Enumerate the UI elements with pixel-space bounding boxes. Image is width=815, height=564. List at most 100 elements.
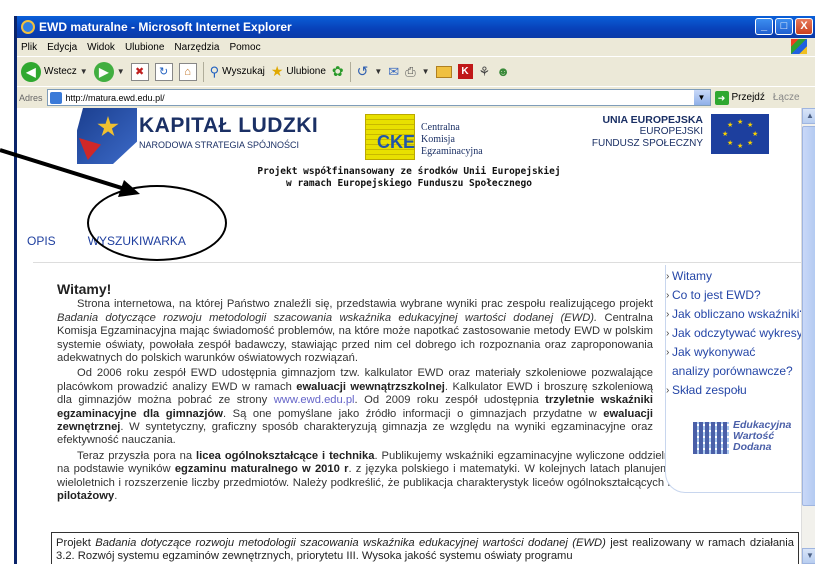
screen: EWD maturalne - Microsoft Internet Explo…: [0, 0, 815, 564]
cke-name: Centralna Komisja Egzaminacyjna: [421, 122, 483, 158]
sidebar-item-jak-wykonywac-cont[interactable]: analizy porównawcze?: [672, 362, 801, 381]
main-content: Witamy! Strona internetowa, na której Pa…: [57, 263, 793, 506]
media-icon[interactable]: ✿: [332, 63, 344, 80]
go-arrow-icon: ➜: [714, 90, 729, 105]
back-dropdown-icon[interactable]: ▼: [80, 67, 88, 76]
mail-icon[interactable]: ✉: [388, 64, 399, 80]
sidebar-item-sklad-zespolu[interactable]: Skład zespołu: [672, 381, 801, 400]
refresh-icon[interactable]: ↻: [154, 62, 173, 81]
sidebar-item-jak-odczytywac[interactable]: Jak odczytywać wykresy?: [672, 324, 801, 343]
intro-paragraph: Strona internetowa, na której Państwo zn…: [57, 298, 653, 365]
text-span: . Od 2009 roku zespół udostępnia: [354, 394, 546, 407]
bold-phrase: licea ogólnokształcące i technika: [196, 449, 375, 462]
eu-title: UNIA EUROPEJSKA: [602, 114, 703, 126]
ewd-site-link[interactable]: www.ewd.edu.pl: [274, 394, 355, 406]
menu-bar: Plik Edycja Widok Ulubione Narzędzia Pom…: [17, 38, 815, 56]
home-icon[interactable]: ⌂: [178, 62, 197, 81]
address-dropdown-icon[interactable]: ▼: [693, 90, 710, 105]
toolbar: ◀ Wstecz ▼ ▶ ▼ ✖ ↻ ⌂ ⚲ Wyszukaj ★ Ulubio…: [17, 56, 815, 86]
eu-text-block: UNIA EUROPEJSKA EUROPEJSKI FUNDUSZ SPOŁE…: [587, 114, 703, 150]
browser-window: EWD maturalne - Microsoft Internet Explo…: [14, 16, 815, 564]
menu-view[interactable]: Widok: [87, 42, 115, 53]
cke-name-line: Komisja: [421, 134, 455, 145]
links-label[interactable]: Łącze: [773, 92, 800, 103]
nav-opis[interactable]: OPIS: [27, 234, 56, 248]
forward-button[interactable]: ▶ ▼: [93, 61, 125, 82]
project-title: Badania dotyczące rozwoju metodologii sz…: [95, 537, 606, 549]
eu-line: FUNDUSZ SPOŁECZNY: [591, 138, 703, 149]
research-icon[interactable]: ⚘: [479, 64, 491, 80]
ewd-logo-line: Dodana: [733, 441, 772, 453]
sidebar-item-jak-obliczano[interactable]: Jak obliczano wskaźniki?: [672, 305, 801, 324]
ewd-logo-text: Edukacyjna Wartość Dodana: [733, 420, 791, 453]
menu-edit[interactable]: Edycja: [47, 42, 77, 53]
kapital-ludzki-subtitle: NARODOWA STRATEGIA SPÓJNOŚCI: [139, 140, 300, 150]
ie-logo-icon: [21, 20, 35, 34]
scroll-up-icon[interactable]: ▲: [802, 108, 815, 124]
bold-phrase: egzaminu maturalnego w 2010 r: [174, 463, 349, 476]
sidebar-item-co-to-jest-ewd[interactable]: Co to jest EWD?: [672, 286, 801, 305]
back-button[interactable]: ◀ Wstecz ▼: [21, 61, 88, 82]
ewd-blocks-icon: [693, 422, 729, 454]
annotation-ellipse: [87, 185, 227, 261]
close-button[interactable]: X: [795, 18, 813, 35]
favorites-label: Ulubione: [286, 66, 326, 77]
search-label: Wyszukaj: [222, 66, 265, 77]
page-title: Witamy!: [57, 281, 112, 297]
maximize-button[interactable]: □: [775, 18, 793, 35]
go-label: Przejdź: [731, 92, 765, 103]
search-icon: ⚲: [209, 63, 220, 79]
vertical-scrollbar[interactable]: ▲ ▼: [801, 108, 815, 564]
eu-line: EUROPEJSKI: [639, 126, 703, 137]
menu-favorites[interactable]: Ulubione: [125, 42, 164, 53]
sidebar: Witamy Co to jest EWD? Jak obliczano wsk…: [665, 265, 801, 493]
window-controls: _ □ X: [755, 18, 813, 35]
header-banner: KAPITAŁ LUDZKI NARODOWA STRATEGIA SPÓJNO…: [57, 108, 801, 164]
edit-dropdown-icon[interactable]: ▼: [422, 67, 430, 76]
history-icon[interactable]: ↺: [357, 63, 369, 80]
kapital-ludzki-title: KAPITAŁ LUDZKI: [139, 114, 319, 137]
favorites-button[interactable]: ★ Ulubione: [271, 63, 326, 80]
text-span: Strona internetowa, na której Państwo zn…: [77, 298, 653, 311]
messenger-icon[interactable]: ☻: [496, 64, 510, 79]
menu-tools[interactable]: Narzędzia: [174, 42, 219, 53]
window-title: EWD maturalne - Microsoft Internet Explo…: [39, 20, 292, 34]
menu-file[interactable]: Plik: [21, 42, 37, 53]
menu-help[interactable]: Pomoc: [229, 42, 260, 53]
cke-name-line: Centralna: [421, 122, 460, 133]
project-info-box: Projekt Badania dotyczące rozwoju metodo…: [51, 532, 799, 564]
back-label: Wstecz: [44, 66, 77, 77]
forward-dropdown-icon[interactable]: ▼: [117, 67, 125, 76]
text-span: .: [114, 490, 118, 503]
star-icon: ★: [270, 63, 284, 79]
text-span: Teraz przyszła pora na: [77, 449, 196, 462]
eu-flag-icon: ★ ★ ★ ★ ★ ★ ★ ★: [711, 114, 769, 154]
search-button[interactable]: ⚲ Wyszukaj: [210, 64, 265, 80]
text-span: Projekt: [56, 537, 96, 549]
back-arrow-icon: ◀: [21, 61, 41, 82]
cke-abbreviation: CKE: [377, 132, 416, 152]
toolbar-separator: [349, 61, 351, 82]
title-bar[interactable]: EWD maturalne - Microsoft Internet Explo…: [17, 16, 815, 38]
stop-icon[interactable]: ✖: [130, 62, 149, 81]
ewd-logo: Edukacyjna Wartość Dodana: [693, 418, 801, 458]
scroll-down-icon[interactable]: ▼: [802, 548, 815, 564]
text-span: . Są one pomyślane jako źródło informacj…: [223, 407, 604, 420]
print-icon[interactable]: ⎙: [405, 64, 415, 80]
go-button[interactable]: ➜ Przejdź: [714, 90, 765, 105]
cke-name-line: Egzaminacyjna: [421, 146, 483, 157]
sidebar-item-jak-wykonywac[interactable]: Jak wykonywać: [672, 343, 801, 362]
forward-arrow-icon: ▶: [93, 61, 114, 82]
bold-phrase: pilotażowy: [57, 490, 115, 503]
history-paragraph: Od 2006 roku zespół EWD udostępnia gimna…: [57, 367, 653, 447]
sidebar-item-witamy[interactable]: Witamy: [672, 267, 801, 286]
bold-phrase: ewaluacji wewnątrzszkolnej: [296, 380, 445, 393]
project-title: Badania dotyczące rozwoju metodologii sz…: [57, 311, 598, 324]
windows-flag-icon: [791, 39, 807, 54]
scroll-thumb[interactable]: [802, 126, 815, 506]
minimize-button[interactable]: _: [755, 18, 773, 35]
history-dropdown-icon[interactable]: ▼: [374, 67, 382, 76]
folder-icon[interactable]: [435, 65, 452, 78]
text-span: . W syntetyczny, graficzny sposób charak…: [57, 421, 653, 447]
bookmark-k-icon[interactable]: K: [457, 64, 473, 79]
